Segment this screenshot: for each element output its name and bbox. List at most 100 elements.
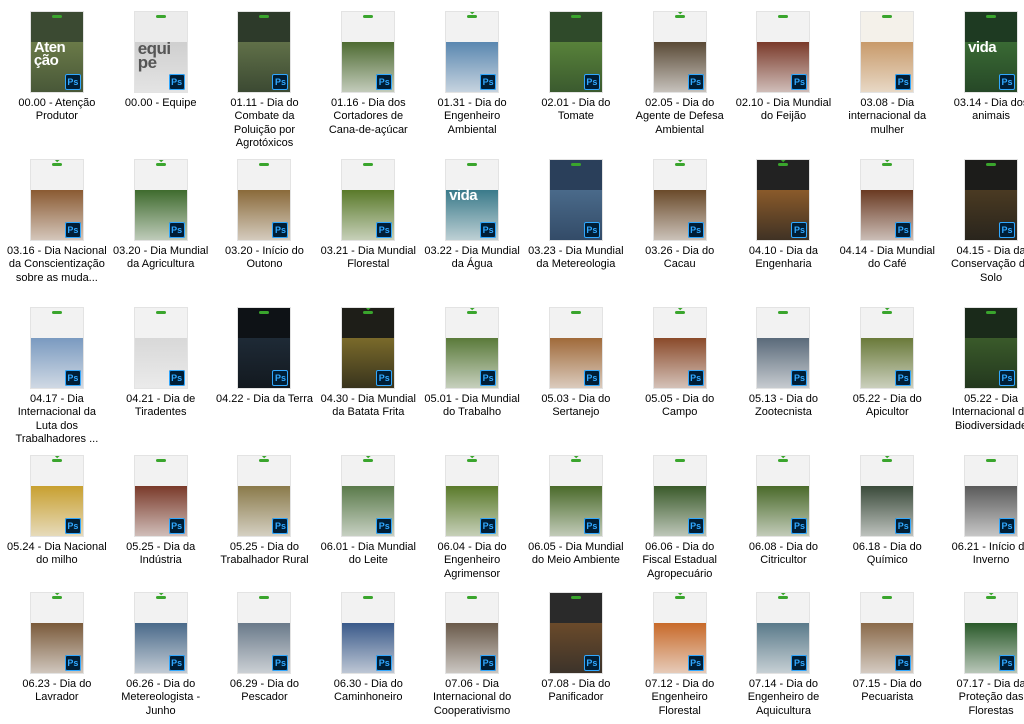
file-name-label[interactable]: 07.15 - Dia do Pecuarista: [837, 678, 937, 705]
file-item[interactable]: Ps 05.25 - Dia da Indústria: [109, 452, 213, 589]
file-name-label[interactable]: 02.01 - Dia do Tomate: [526, 97, 626, 124]
file-item[interactable]: Ps 05.25 - Dia do Trabalhador Rural: [213, 452, 317, 589]
file-item[interactable]: Ps 06.05 - Dia Mundial do Meio Ambiente: [524, 452, 628, 589]
file-item[interactable]: Ps 04.14 - Dia Mundial do Café: [835, 156, 939, 304]
file-item[interactable]: Ps 03.23 - Dia Mundial da Metereologia: [524, 156, 628, 304]
file-name-label[interactable]: 04.17 - Dia Internacional da Luta dos Tr…: [7, 393, 107, 447]
file-thumbnail[interactable]: Aten ção Ps: [30, 12, 83, 92]
file-thumbnail[interactable]: Ps: [342, 160, 395, 240]
file-name-label[interactable]: 07.08 - Dia do Panificador: [526, 678, 626, 705]
file-item[interactable]: Ps 02.10 - Dia Mundial do Feijão: [732, 8, 836, 156]
file-name-label[interactable]: 06.18 - Dia do Químico: [837, 541, 937, 568]
file-name-label[interactable]: 01.16 - Dia dos Cortadores de Cana-de-aç…: [318, 97, 418, 137]
file-name-label[interactable]: 03.22 - Dia Mundial da Água: [422, 245, 522, 272]
file-name-label[interactable]: 06.06 - Dia do Fiscal Estadual Agropecuá…: [630, 541, 730, 581]
file-thumbnail[interactable]: Ps: [965, 308, 1018, 388]
file-item[interactable]: Ps 02.01 - Dia do Tomate: [524, 8, 628, 156]
file-name-label[interactable]: 05.05 - Dia do Campo: [630, 393, 730, 420]
file-name-label[interactable]: 04.22 - Dia da Terra: [214, 393, 314, 406]
file-name-label[interactable]: 06.26 - Dia do Metereologista - Junho: [111, 678, 211, 718]
file-name-label[interactable]: 06.23 - Dia do Lavrador: [7, 678, 107, 705]
file-name-label[interactable]: 04.10 - Dia da Engenharia: [733, 245, 833, 272]
file-name-label[interactable]: 06.29 - Dia do Pescador: [214, 678, 314, 705]
file-thumbnail[interactable]: Ps: [30, 308, 83, 388]
file-name-label[interactable]: 05.25 - Dia da Indústria: [111, 541, 211, 568]
file-item[interactable]: Ps 05.03 - Dia do Sertanejo: [524, 304, 628, 452]
file-item[interactable]: Ps 05.22 - Dia do Apicultor: [835, 304, 939, 452]
file-thumbnail[interactable]: Ps: [134, 160, 187, 240]
file-thumbnail[interactable]: Ps: [757, 160, 810, 240]
file-name-label[interactable]: 04.15 - Dia da Conservação do Solo: [941, 245, 1024, 285]
file-name-label[interactable]: 06.21 - Início do Inverno: [941, 541, 1024, 568]
file-item[interactable]: Ps 07.06 - Dia Internacional do Cooperati…: [420, 589, 524, 724]
file-name-label[interactable]: 06.05 - Dia Mundial do Meio Ambiente: [526, 541, 626, 568]
file-thumbnail[interactable]: vida Ps: [446, 160, 499, 240]
file-name-label[interactable]: 06.08 - Dia do Citricultor: [733, 541, 833, 568]
file-thumbnail[interactable]: Ps: [861, 308, 914, 388]
file-thumbnail[interactable]: vida Ps: [965, 12, 1018, 92]
file-thumbnail[interactable]: Ps: [549, 456, 602, 536]
file-name-label[interactable]: 03.21 - Dia Mundial Florestal: [318, 245, 418, 272]
file-name-label[interactable]: 05.03 - Dia do Sertanejo: [526, 393, 626, 420]
file-thumbnail[interactable]: Ps: [238, 160, 291, 240]
file-thumbnail[interactable]: Ps: [238, 308, 291, 388]
file-name-label[interactable]: 06.01 - Dia Mundial do Leite: [318, 541, 418, 568]
file-item[interactable]: Ps 04.17 - Dia Internacional da Luta dos …: [5, 304, 109, 452]
file-name-label[interactable]: 00.00 - Equipe: [111, 97, 211, 110]
file-thumbnail[interactable]: Ps: [446, 593, 499, 673]
file-name-label[interactable]: 01.31 - Dia do Engenheiro Ambiental: [422, 97, 522, 137]
file-item[interactable]: Ps 01.16 - Dia dos Cortadores de Cana-de-…: [316, 8, 420, 156]
file-thumbnail[interactable]: Ps: [342, 456, 395, 536]
file-name-label[interactable]: 02.05 - Dia do Agente de Defesa Ambienta…: [630, 97, 730, 137]
file-item[interactable]: Ps 07.08 - Dia do Panificador: [524, 589, 628, 724]
file-thumbnail[interactable]: Ps: [446, 308, 499, 388]
file-name-label[interactable]: 04.14 - Dia Mundial do Café: [837, 245, 937, 272]
file-item[interactable]: Ps 06.04 - Dia do Engenheiro Agrimensor: [420, 452, 524, 589]
file-thumbnail[interactable]: Ps: [653, 160, 706, 240]
file-item[interactable]: Ps 05.22 - Dia Internacional da Biodivers…: [939, 304, 1024, 452]
file-item[interactable]: Ps 04.21 - Dia de Tiradentes: [109, 304, 213, 452]
file-name-label[interactable]: 01.11 - Dia do Combate da Poluição por A…: [214, 97, 314, 151]
file-thumbnail[interactable]: Ps: [549, 160, 602, 240]
file-item[interactable]: Ps 03.26 - Dia do Cacau: [628, 156, 732, 304]
file-item[interactable]: Ps 05.05 - Dia do Campo: [628, 304, 732, 452]
file-thumbnail[interactable]: Ps: [549, 12, 602, 92]
file-item[interactable]: Ps 03.08 - Dia internacional da mulher: [835, 8, 939, 156]
file-name-label[interactable]: 06.30 - Dia do Caminhoneiro: [318, 678, 418, 705]
file-thumbnail[interactable]: Ps: [965, 456, 1018, 536]
file-name-label[interactable]: 02.10 - Dia Mundial do Feijão: [733, 97, 833, 124]
file-name-label[interactable]: 03.20 - Início do Outono: [214, 245, 314, 272]
file-thumbnail[interactable]: Ps: [30, 593, 83, 673]
file-item[interactable]: Ps 07.15 - Dia do Pecuarista: [835, 589, 939, 724]
file-name-label[interactable]: 05.25 - Dia do Trabalhador Rural: [214, 541, 314, 568]
file-name-label[interactable]: 04.21 - Dia de Tiradentes: [111, 393, 211, 420]
file-thumbnail[interactable]: Ps: [965, 593, 1018, 673]
file-name-label[interactable]: 06.04 - Dia do Engenheiro Agrimensor: [422, 541, 522, 581]
file-item[interactable]: Ps 05.13 - Dia do Zootecnista: [732, 304, 836, 452]
file-name-label[interactable]: 03.23 - Dia Mundial da Metereologia: [526, 245, 626, 272]
file-item[interactable]: Ps 03.16 - Dia Nacional da Conscientizaçã…: [5, 156, 109, 304]
file-name-label[interactable]: 07.06 - Dia Internacional do Cooperativi…: [422, 678, 522, 718]
file-thumbnail[interactable]: Ps: [965, 160, 1018, 240]
file-item[interactable]: Ps 01.31 - Dia do Engenheiro Ambiental: [420, 8, 524, 156]
file-item[interactable]: Ps 07.14 - Dia do Engenheiro de Aquicultu…: [732, 589, 836, 724]
file-name-label[interactable]: 03.26 - Dia do Cacau: [630, 245, 730, 272]
file-thumbnail[interactable]: Ps: [653, 12, 706, 92]
file-item[interactable]: vida Ps 03.14 - Dia dos animais: [939, 8, 1024, 156]
file-item[interactable]: Ps 07.12 - Dia do Engenheiro Florestal: [628, 589, 732, 724]
file-item[interactable]: Ps 06.21 - Início do Inverno: [939, 452, 1024, 589]
file-thumbnail[interactable]: Ps: [861, 160, 914, 240]
file-item[interactable]: equi pe Ps 00.00 - Equipe: [109, 8, 213, 156]
file-item[interactable]: Ps 04.22 - Dia da Terra: [213, 304, 317, 452]
file-name-label[interactable]: 07.14 - Dia do Engenheiro de Aquicultura: [733, 678, 833, 718]
file-thumbnail[interactable]: Ps: [757, 593, 810, 673]
file-name-label[interactable]: 07.17 - Dia da Proteção das Florestas: [941, 678, 1024, 718]
file-thumbnail[interactable]: Ps: [446, 456, 499, 536]
file-name-label[interactable]: 03.08 - Dia internacional da mulher: [837, 97, 937, 137]
file-thumbnail[interactable]: Ps: [861, 456, 914, 536]
file-name-label[interactable]: 00.00 - Atenção Produtor: [7, 97, 107, 124]
file-thumbnail[interactable]: Ps: [653, 308, 706, 388]
file-item[interactable]: Ps 07.17 - Dia da Proteção das Florestas: [939, 589, 1024, 724]
file-thumbnail[interactable]: Ps: [238, 456, 291, 536]
file-item[interactable]: Ps 06.08 - Dia do Citricultor: [732, 452, 836, 589]
